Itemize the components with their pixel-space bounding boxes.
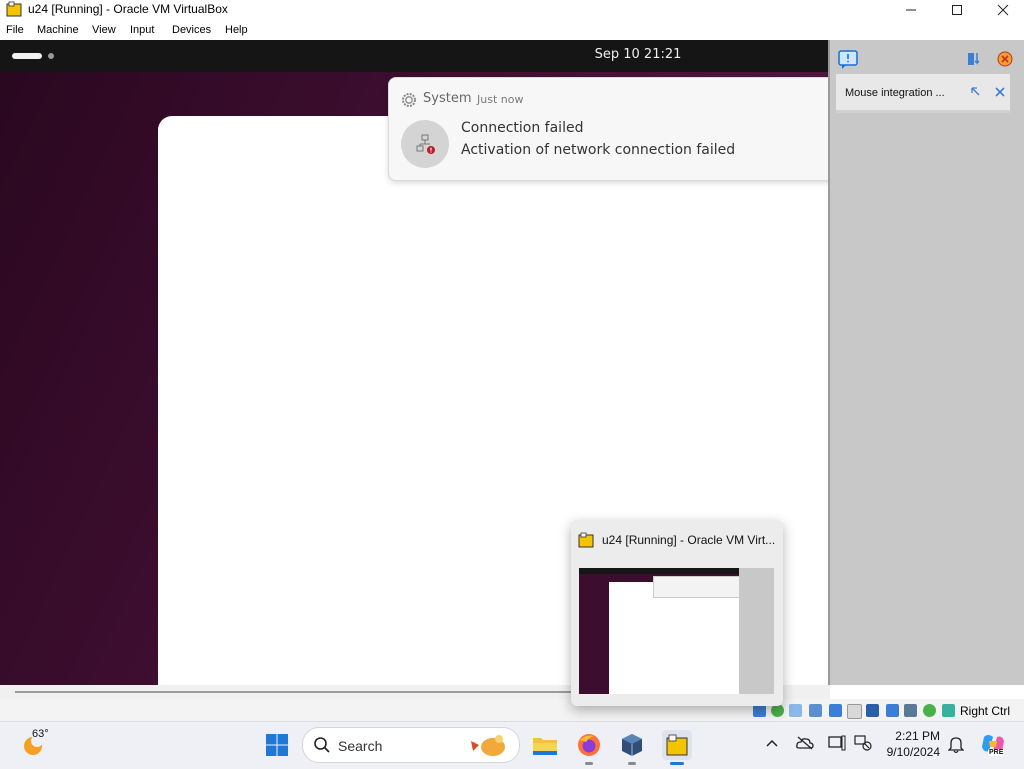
close-icon	[997, 4, 1009, 16]
network-error-icon	[401, 120, 449, 168]
search-box[interactable]: Search	[302, 727, 520, 763]
gear-icon	[402, 93, 416, 107]
sort-icon[interactable]	[966, 50, 984, 68]
search-placeholder: Search	[338, 738, 383, 754]
menu-bar: File Machine View Input Devices Help	[0, 20, 1024, 40]
onedrive-icon[interactable]	[796, 736, 814, 750]
taskbar-window-preview[interactable]: u24 [Running] - Oracle VM Virt...	[571, 520, 783, 706]
shared-folders-icon[interactable]	[847, 704, 862, 719]
vm-display[interactable]: Sep 10 21:21 System Just now Connection …	[0, 40, 1024, 685]
windows-logo-icon	[266, 734, 288, 756]
copilot-badge: PRE	[988, 749, 1005, 756]
notification-summary: Connection failed	[461, 120, 584, 136]
recording-icon[interactable]	[886, 704, 899, 717]
audio-icon[interactable]	[789, 704, 802, 717]
window-title: u24 [Running] - Oracle VM VirtualBox	[28, 2, 228, 16]
firefox-icon	[578, 734, 600, 756]
virtualbox-app-icon	[6, 1, 22, 17]
menu-file[interactable]: File	[6, 24, 24, 36]
folder-icon	[533, 738, 557, 755]
minimize-button[interactable]	[888, 0, 934, 20]
virtualbox-manager-button[interactable]	[617, 730, 647, 760]
close-button[interactable]	[980, 0, 1024, 20]
mouse-integration-status-icon[interactable]	[923, 704, 936, 717]
search-icon	[314, 737, 330, 753]
vm-status-bar: Right Ctrl	[0, 699, 1024, 721]
notification-bell-icon[interactable]	[948, 736, 964, 754]
close-notification-icon[interactable]	[994, 86, 1006, 98]
display-icon[interactable]	[866, 704, 879, 717]
windows-taskbar: 63° Search 2:21 PM 9/10/2024 PRE	[0, 721, 1024, 769]
virtualbox-cube-icon	[622, 734, 642, 756]
weather-temp: 63°	[32, 728, 49, 740]
vbox-notification-item[interactable]: Mouse integration ...	[836, 74, 1010, 113]
preview-title: u24 [Running] - Oracle VM Virt...	[602, 533, 776, 547]
notification-time: Just now	[477, 93, 524, 106]
weather-widget[interactable]: 63°	[16, 728, 76, 760]
copilot-button[interactable]: PRE	[980, 733, 1006, 759]
vbox-notification-text: Mouse integration ...	[845, 87, 945, 99]
menu-view[interactable]: View	[92, 24, 116, 36]
display-projection-icon[interactable]	[828, 735, 846, 751]
network-icon[interactable]	[809, 704, 822, 717]
active-indicator	[670, 762, 684, 765]
virtualbox-app-icon	[578, 532, 594, 548]
network-status-icon[interactable]	[854, 735, 872, 751]
vm-window-taskbar-button[interactable]	[662, 730, 692, 760]
minimize-icon	[906, 9, 916, 11]
taskbar-time[interactable]: 2:21 PM	[876, 729, 940, 743]
taskbar-date[interactable]: 9/10/2024	[876, 745, 940, 759]
notification-source: System	[423, 91, 472, 106]
virtualbox-vm-icon	[666, 734, 688, 756]
running-indicator	[585, 762, 593, 765]
guest-notification[interactable]: System Just now Connection failed Activa…	[388, 77, 890, 181]
usb-icon[interactable]	[829, 704, 842, 717]
maximize-button[interactable]	[934, 0, 980, 20]
keyboard-icon[interactable]	[942, 704, 955, 717]
search-highlight-icon	[471, 735, 505, 756]
notification-center-icon[interactable]	[838, 50, 858, 70]
notification-body: Activation of network connection failed	[461, 142, 736, 158]
firefox-button[interactable]	[574, 730, 604, 760]
vbox-notification-center: Mouse integration ...	[828, 40, 1024, 685]
mouse-integration-icon[interactable]	[970, 86, 982, 98]
menu-devices[interactable]: Devices	[172, 24, 211, 36]
start-button[interactable]	[262, 730, 292, 760]
menu-input[interactable]: Input	[130, 24, 154, 36]
window-title-bar: u24 [Running] - Oracle VM VirtualBox	[0, 0, 1024, 20]
running-indicator	[628, 762, 636, 765]
maximize-icon	[952, 5, 962, 15]
host-key-label[interactable]: Right Ctrl	[960, 704, 1010, 718]
preview-thumbnail[interactable]	[579, 568, 774, 694]
menu-help[interactable]: Help	[225, 24, 248, 36]
clear-all-icon[interactable]	[996, 50, 1014, 68]
cpu-icon[interactable]	[904, 704, 917, 717]
chevron-up-icon[interactable]	[766, 738, 778, 748]
file-explorer-button[interactable]	[530, 730, 560, 760]
menu-machine[interactable]: Machine	[37, 24, 79, 36]
